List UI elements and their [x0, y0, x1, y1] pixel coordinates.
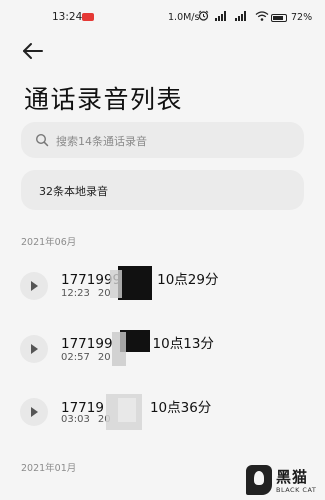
- watermark-text: 黑猫: [276, 468, 309, 486]
- recording-date: 20: [97, 352, 111, 363]
- local-recordings-label: 32条本地录音: [39, 185, 108, 198]
- signal-icon: [215, 10, 229, 24]
- play-button[interactable]: [20, 398, 48, 426]
- battery-level: 72%: [291, 12, 313, 23]
- redaction-block: [118, 266, 152, 300]
- back-arrow-icon: [23, 43, 43, 59]
- status-icons: [198, 10, 269, 24]
- section-date-header: 2021年01月: [21, 463, 77, 474]
- section-date-header: 2021年06月: [21, 237, 77, 248]
- network-speed: 1.0M/s: [168, 12, 200, 23]
- back-button[interactable]: [20, 40, 46, 62]
- recording-date: 20: [97, 288, 111, 299]
- search-placeholder: 搜索14条通话录音: [56, 135, 147, 148]
- status-time: 13:24: [52, 11, 83, 23]
- local-recordings-button[interactable]: 32条本地录音: [21, 170, 304, 210]
- play-button[interactable]: [20, 272, 48, 300]
- play-icon: [31, 344, 38, 354]
- status-bar: 13:24 1.0M/s 72%: [0, 8, 325, 28]
- recording-meta: 12:23 20: [61, 288, 111, 299]
- alarm-icon: [198, 10, 209, 24]
- battery-icon: [271, 14, 287, 22]
- search-input[interactable]: 搜索14条通话录音: [21, 122, 304, 158]
- page-title: 通话录音列表: [24, 85, 184, 114]
- signal-icon-2: [235, 10, 249, 24]
- search-icon: [35, 133, 49, 147]
- watermark-subtext: BLACK CAT: [276, 486, 317, 494]
- recording-meta: 03:03 20: [61, 414, 111, 425]
- black-cat-logo-icon: [246, 465, 272, 495]
- wifi-icon: [255, 10, 269, 24]
- recording-duration: 03:03: [61, 414, 90, 425]
- play-icon: [31, 407, 38, 417]
- redaction-block: [110, 270, 122, 298]
- redaction-block: [118, 398, 136, 422]
- recording-duration: 12:23: [61, 288, 90, 299]
- play-button[interactable]: [20, 335, 48, 363]
- list-item[interactable]: 17719 10点36分 03:03 20: [0, 390, 325, 446]
- list-item[interactable]: 177199 10点13分 02:57 20: [0, 326, 325, 382]
- recording-duration: 02:57: [61, 352, 90, 363]
- play-icon: [31, 281, 38, 291]
- redaction-block: [112, 332, 126, 366]
- hd-badge: [82, 13, 94, 21]
- recording-meta: 02:57 20: [61, 352, 111, 363]
- list-item[interactable]: 1771999 10点29分 12:23 20: [0, 262, 325, 318]
